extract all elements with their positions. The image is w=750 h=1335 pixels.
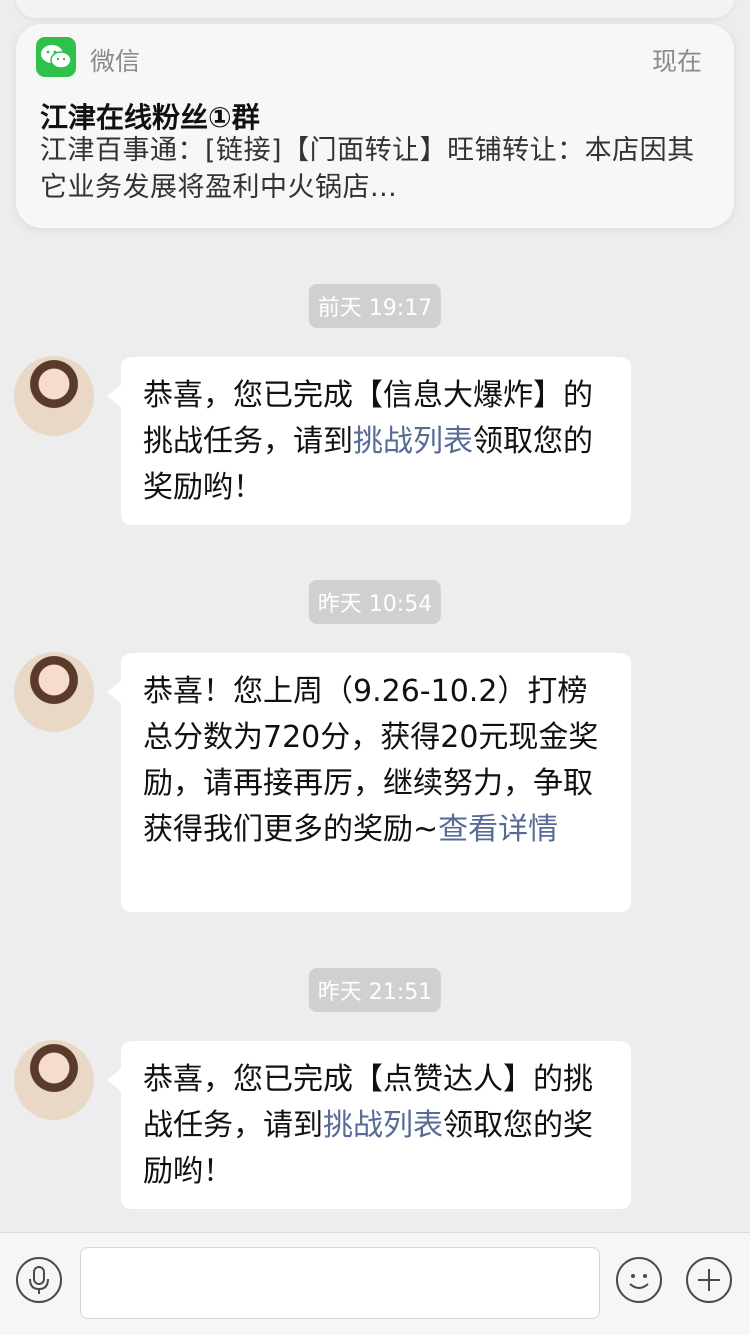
voice-button[interactable] <box>16 1257 62 1303</box>
notification-title: 江津在线粉丝①群 <box>40 101 260 134</box>
avatar[interactable] <box>14 652 94 732</box>
chat-input-bar <box>0 1232 750 1335</box>
view-details-link[interactable]: 查看详情 <box>438 812 558 847</box>
wechat-icon <box>36 37 76 77</box>
message-input[interactable] <box>80 1247 600 1319</box>
notification-app-name: 微信 <box>90 47 141 76</box>
message-bubble[interactable]: 恭喜，您已完成【点赞达人】的挑战任务，请到挑战列表领取您的奖励哟！ <box>107 1041 631 1209</box>
avatar[interactable] <box>14 1040 94 1120</box>
notification-stack-back <box>16 0 734 18</box>
timestamp: 昨天 10:54 <box>308 580 442 624</box>
message-bubble[interactable]: 恭喜！您上周（9.26-10.2）打榜总分数为720分，获得20元现金奖励，请再… <box>107 653 631 912</box>
notification-body: 江津百事通：[链接]【门面转让】旺铺转让：本店因其它业务发展将盈利中火锅店... <box>40 135 695 203</box>
more-button[interactable] <box>686 1257 732 1303</box>
plus-icon <box>698 1269 720 1291</box>
voice-icon <box>29 1266 49 1294</box>
emoji-icon <box>629 1274 649 1289</box>
challenge-list-link[interactable]: 挑战列表 <box>323 1108 443 1143</box>
avatar[interactable] <box>14 356 94 436</box>
notification-time: 现在 <box>651 47 702 76</box>
timestamp: 前天 19:17 <box>308 284 442 328</box>
message-bubble[interactable]: 恭喜，您已完成【信息大爆炸】的挑战任务，请到挑战列表领取您的奖励哟！ <box>107 357 631 525</box>
timestamp: 昨天 21:51 <box>308 968 442 1012</box>
emoji-button[interactable] <box>616 1257 662 1303</box>
wechat-notification[interactable]: 微信 现在 江津在线粉丝①群 江津百事通：[链接]【门面转让】旺铺转让：本店因其… <box>16 24 734 228</box>
challenge-list-link[interactable]: 挑战列表 <box>353 424 473 459</box>
